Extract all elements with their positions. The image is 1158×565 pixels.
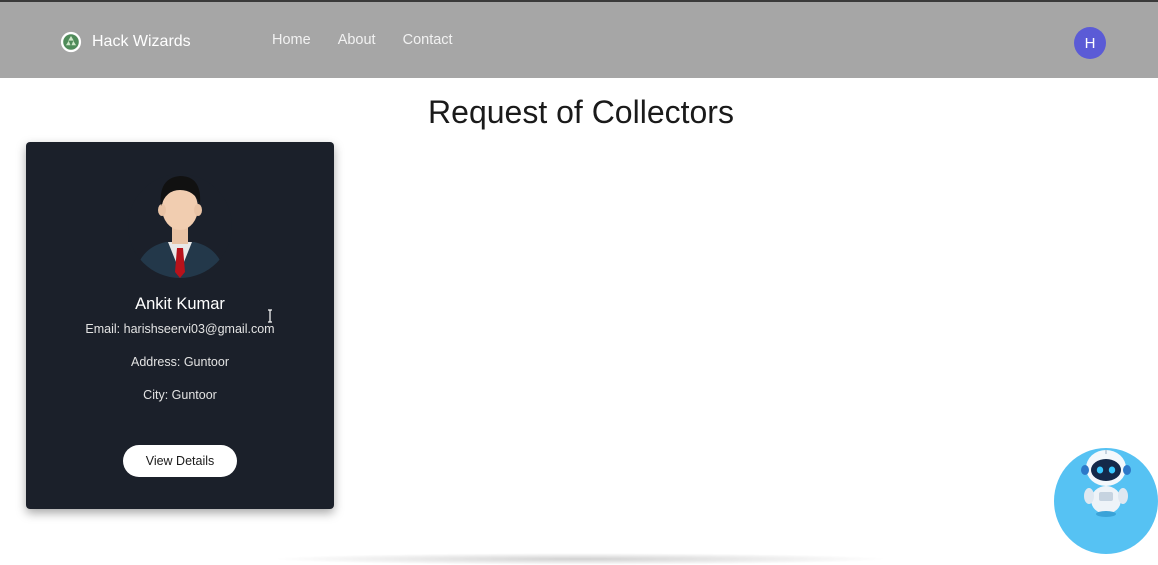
robot-chatbot-icon [1081,450,1131,517]
collector-name: Ankit Kumar [135,295,225,313]
user-avatar-icon [128,174,232,278]
collector-email: Email: harishseervi03@gmail.com [85,322,275,336]
navbar: Hack Wizards Home About Contact H [0,0,1158,78]
avatar-initial: H [1084,34,1096,52]
nav-links: Home About Contact [272,32,453,48]
collector-address: Address: Guntoor [131,355,229,369]
nav-link-contact[interactable]: Contact [403,32,453,48]
brand[interactable]: Hack Wizards [60,30,191,54]
brand-name: Hack Wizards [92,33,191,50]
nav-link-about[interactable]: About [338,32,376,48]
collector-city: City: Guntoor [143,388,217,402]
text-cursor-icon [268,309,272,323]
page-title: Request of Collectors [428,94,734,130]
nav-link-home[interactable]: Home [272,32,311,48]
recycle-logo-icon [60,31,82,53]
chatbot-button[interactable] [1054,448,1158,554]
user-avatar[interactable]: H [1074,27,1106,59]
view-details-button[interactable]: View Details [123,445,237,477]
bottom-shadow [270,553,890,565]
